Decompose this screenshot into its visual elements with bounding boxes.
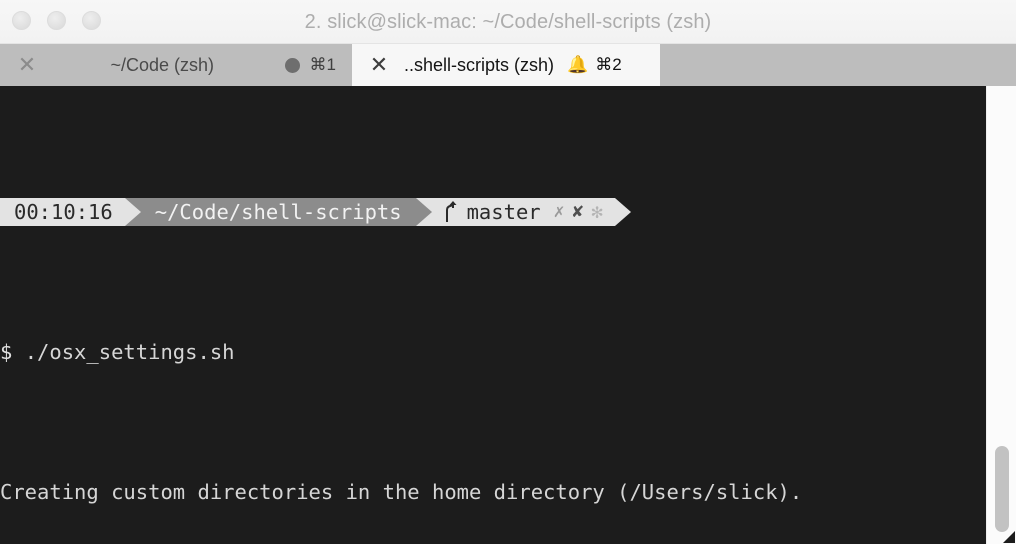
prompt-path-segment: ~/Code/shell-scripts bbox=[140, 198, 416, 226]
git-mark-staged-icon: ✘ bbox=[572, 201, 584, 222]
bell-icon: 🔔 bbox=[567, 55, 589, 74]
tab-title: ..shell-scripts (zsh) bbox=[404, 54, 555, 75]
terminal-text-buffer: 00:10:16 ~/Code/shell-scripts master ✗ ✘… bbox=[0, 86, 986, 544]
tab-title: ~/Code (zsh) bbox=[110, 54, 215, 75]
powerline-arrow-icon bbox=[415, 198, 432, 226]
window-resize-grip[interactable] bbox=[1003, 531, 1015, 543]
tab-code-zsh[interactable]: ✕ ~/Code (zsh) ⌘1 bbox=[0, 44, 352, 86]
git-status-marks: ✗ ✘ ✻ bbox=[554, 198, 603, 226]
command-text: ./osx_settings.sh bbox=[24, 340, 235, 364]
tab-bar-empty-area[interactable] bbox=[660, 44, 1016, 86]
tab-bar: ✕ ~/Code (zsh) ⌘1 ✕ ..shell-scripts (zsh… bbox=[0, 44, 1016, 86]
activity-dot-icon bbox=[284, 57, 300, 73]
window-title: 2. slick@slick-mac: ~/Code/shell-scripts… bbox=[304, 11, 712, 33]
powerline-arrow-icon bbox=[124, 198, 141, 226]
git-branch-icon bbox=[445, 201, 457, 222]
git-mark-unstaged-icon: ✗ bbox=[553, 201, 565, 222]
prompt-line-top: 00:10:16 ~/Code/shell-scripts master ✗ ✘… bbox=[0, 198, 631, 226]
terminal-window: 2. slick@slick-mac: ~/Code/shell-scripts… bbox=[0, 0, 1016, 544]
prompt-git-segment: master ✗ ✘ ✻ bbox=[431, 198, 615, 226]
git-mark-untracked-icon: ✻ bbox=[591, 201, 603, 223]
tab-shell-scripts-zsh[interactable]: ✕ ..shell-scripts (zsh) 🔔 ⌘2 bbox=[352, 44, 660, 86]
window-titlebar: 2. slick@slick-mac: ~/Code/shell-scripts… bbox=[0, 0, 1016, 44]
git-branch-name: master bbox=[466, 200, 541, 224]
tab-close-icon[interactable]: ✕ bbox=[366, 54, 392, 76]
prompt-sigil: $ bbox=[0, 340, 13, 364]
tab-shortcut-label: ⌘2 bbox=[595, 55, 622, 74]
tab-close-icon[interactable]: ✕ bbox=[14, 54, 40, 76]
prompt-time-segment: 00:10:16 bbox=[0, 198, 125, 226]
terminal-screen[interactable]: 00:10:16 ~/Code/shell-scripts master ✗ ✘… bbox=[0, 86, 1016, 544]
vertical-scrollbar[interactable] bbox=[986, 86, 1016, 544]
powerline-arrow-icon bbox=[614, 198, 631, 226]
scrollbar-thumb[interactable] bbox=[995, 446, 1009, 532]
output-line: Creating custom directories in the home … bbox=[0, 480, 803, 504]
tab-shortcut-label: ⌘1 bbox=[309, 55, 336, 74]
command-line: $ ./osx_settings.sh bbox=[0, 338, 986, 366]
